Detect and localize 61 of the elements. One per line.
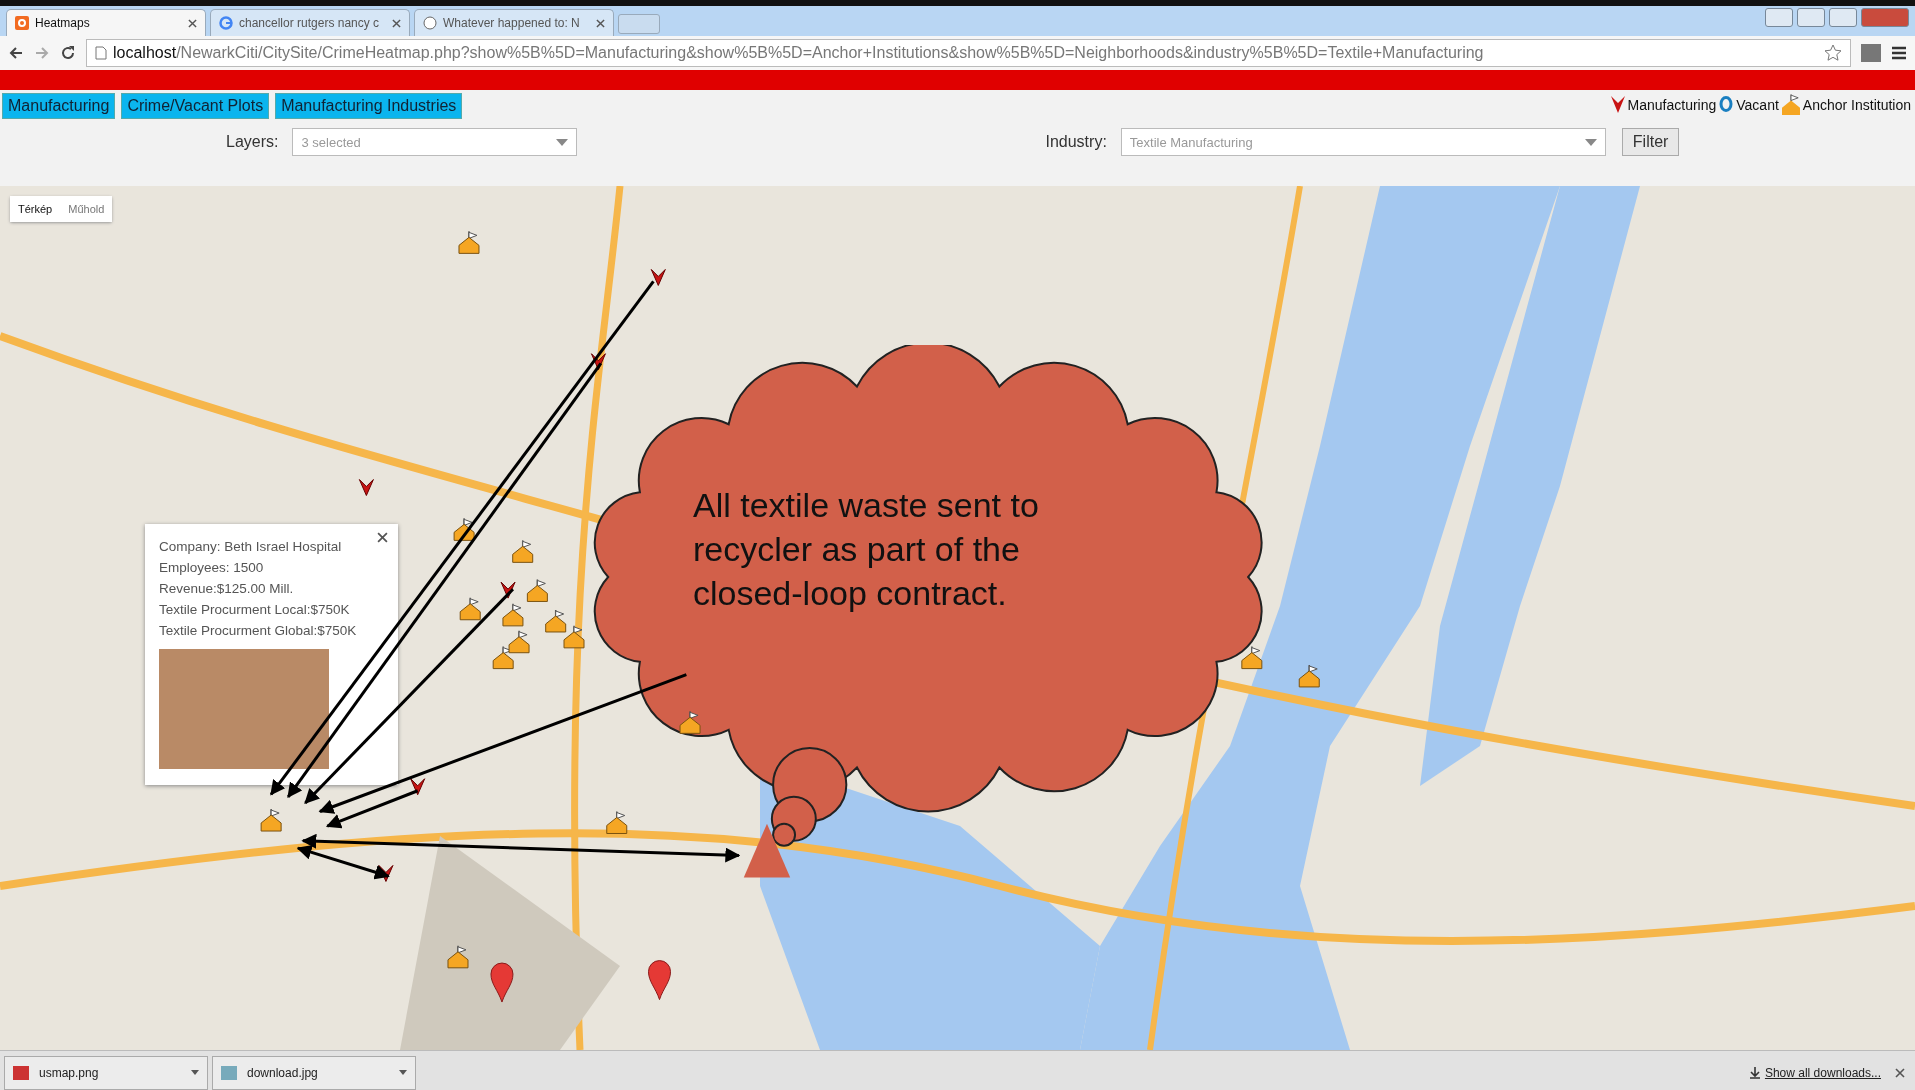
callout-text: All textile waste sent to recycler as part of the closed-loop contract. <box>693 485 1040 614</box>
show-all-downloads-link[interactable]: Show all downloads... <box>1748 1065 1881 1080</box>
manufacturing-marker-icon[interactable] <box>650 268 666 286</box>
star-icon[interactable] <box>1824 44 1842 62</box>
caret-icon <box>1584 138 1597 146</box>
minimize-button[interactable] <box>1797 8 1825 27</box>
manufacturing-marker-icon[interactable] <box>500 581 516 599</box>
map-pin-icon[interactable] <box>648 960 671 1001</box>
app-logo-icon <box>15 16 29 30</box>
map-type-tab[interactable]: Térkép <box>10 196 61 222</box>
download-item[interactable]: download.jpg <box>212 1055 416 1090</box>
close-icon[interactable] <box>596 18 605 28</box>
picture-icon <box>221 1065 237 1080</box>
info-line: Textile Procurment Local:$750K <box>159 601 351 619</box>
nav-button[interactable]: Crime/Vacant Plots <box>121 93 270 119</box>
nav-button[interactable]: Manufacturing Industries <box>275 93 463 119</box>
manufacturing-marker-icon <box>1610 96 1625 114</box>
manufacturing-marker-icon[interactable] <box>358 479 374 496</box>
info-line: Textile Procurment Global:$750K <box>159 622 358 640</box>
close-icon[interactable] <box>377 532 388 543</box>
g-letter-icon <box>219 16 233 30</box>
back-icon[interactable] <box>8 45 24 61</box>
page-icon <box>95 46 107 60</box>
anchor-institution-icon[interactable] <box>1241 645 1263 670</box>
filter-button[interactable]: Filter <box>1621 128 1680 156</box>
browser-tab[interactable]: Heatmaps <box>6 9 206 36</box>
image-file-icon <box>13 1065 29 1080</box>
ring-icon <box>1719 96 1734 114</box>
legend-label: Anchor Institution <box>1802 97 1911 113</box>
close-icon[interactable] <box>1895 1067 1905 1078</box>
caret-icon[interactable] <box>399 1070 407 1075</box>
manufacturing-marker-icon[interactable] <box>590 353 606 371</box>
map-type-tab[interactable]: Műhold <box>60 196 113 222</box>
manufacturing-marker-icon[interactable] <box>378 864 394 882</box>
info-line: Employees: 1500 <box>159 559 265 577</box>
reload-icon[interactable] <box>60 45 76 61</box>
browser-tab[interactable]: chancellor rutgers nancy c <box>210 9 410 36</box>
industry-label: Industry: <box>1045 133 1107 151</box>
user-button[interactable] <box>1765 8 1793 27</box>
maximize-button[interactable] <box>1829 8 1857 27</box>
legend-label: Vacant <box>1736 97 1779 113</box>
anchor-institution-icon <box>1781 94 1800 116</box>
address-bar[interactable]: localhost/NewarkCiti/CitySite/CrimeHeatmap.php?show%5B%5D=Manufacturing&show%5B%5D=Anchor+Institutions&show%5B%5D=Neighborhoods&industry%5B%5D=Textile+Manufacturing <box>86 39 1851 67</box>
map-pin-icon[interactable] <box>490 962 514 1003</box>
nav-button[interactable]: Manufacturing <box>2 93 116 119</box>
circle-logo-icon <box>423 16 437 30</box>
close-icon[interactable] <box>392 18 401 28</box>
caret-icon <box>556 138 569 146</box>
close-icon[interactable] <box>188 18 197 28</box>
info-line: Company: Beth Israel Hospital <box>159 538 343 556</box>
download-item[interactable]: usmap.png <box>4 1055 208 1090</box>
download-icon <box>1748 1066 1761 1079</box>
caret-icon[interactable] <box>191 1070 199 1075</box>
anchor-institution-icon[interactable] <box>453 517 475 541</box>
layers-label: Layers: <box>226 133 279 151</box>
browser-tab[interactable]: Whatever happened to: N <box>414 9 614 36</box>
menu-icon[interactable] <box>1891 46 1907 60</box>
manufacturing-marker-icon[interactable] <box>410 778 426 796</box>
info-line: Revenue:$125.00 Mill. <box>159 580 295 598</box>
legend-label: Manufacturing <box>1627 97 1717 113</box>
triangle-marker-icon <box>743 823 791 878</box>
